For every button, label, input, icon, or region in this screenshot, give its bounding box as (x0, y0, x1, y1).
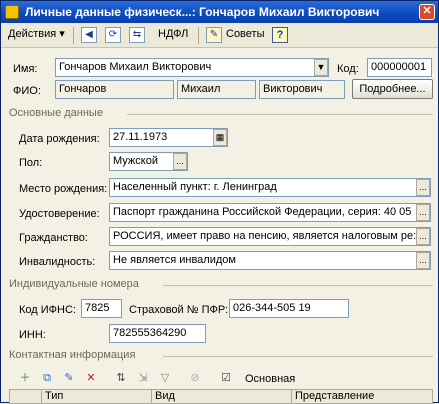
advice-button[interactable]: Советы (223, 26, 267, 45)
pfr-label: Страховой № ПФР: (129, 304, 229, 316)
arrow-left-icon[interactable]: ◀ (81, 27, 97, 43)
inn-field[interactable]: 782555364290 (109, 324, 206, 343)
window-title: Личные данные физическ...: Гончаров Миха… (25, 5, 380, 19)
disability-label: Инвалидность: (19, 256, 96, 268)
birth-date-label: Дата рождения: (19, 133, 100, 145)
birthplace-field[interactable]: Населенный пункт: г. Ленинград (109, 178, 431, 197)
gender-label: Пол: (19, 157, 43, 169)
contact-section-title: Контактная информация (9, 349, 136, 361)
column-type[interactable]: Тип (42, 390, 152, 404)
close-button[interactable]: ✕ (419, 4, 435, 20)
clear-filter-icon[interactable]: ⊘ (187, 371, 203, 386)
select-dots-icon[interactable]: ... (416, 179, 430, 196)
advice-icon[interactable]: ✎ (206, 27, 222, 43)
app-icon (5, 5, 19, 19)
chevron-down-icon[interactable]: ▼ (314, 59, 328, 76)
citizenship-label: Гражданство: (19, 232, 88, 244)
help-icon[interactable]: ? (272, 27, 288, 43)
id-doc-label: Удостоверение: (19, 208, 100, 220)
name-label: Имя: (13, 63, 38, 75)
move-icon[interactable]: ⇲ (135, 371, 151, 386)
sort-icon[interactable]: ⇅ (113, 371, 129, 386)
toolbar: Действия ▾ ◀ ⟳ ⇆ НДФЛ ✎ Советы ? (1, 23, 438, 48)
filter-icon[interactable]: ▽ (157, 371, 173, 386)
main-contact-label[interactable]: Основная (245, 372, 295, 386)
details-button[interactable]: Подробнее... (352, 79, 433, 99)
add-row-icon[interactable]: ＋ (17, 371, 33, 386)
fio-label: ФИО: (13, 85, 41, 97)
first-name-field[interactable]: Михаил (177, 80, 256, 99)
pfr-field[interactable]: 026-344-505 19 (229, 299, 349, 318)
ifns-label: Код ИФНС: (19, 304, 76, 316)
actions-menu-button[interactable]: Действия ▾ (5, 26, 68, 45)
birthplace-label: Место рождения: (19, 183, 108, 195)
set-main-icon[interactable]: ☑ (218, 371, 234, 386)
select-dots-icon[interactable]: ... (416, 228, 430, 245)
birth-date-field[interactable]: 27.11.1973 (109, 128, 228, 147)
name-field[interactable]: Гончаров Михаил Викторович (55, 58, 329, 77)
ids-section-title: Индивидуальные номера (9, 278, 139, 290)
table-row-marker (10, 390, 42, 404)
code-field[interactable]: 000000001 (367, 58, 432, 77)
section-divider (163, 285, 433, 286)
last-name-field[interactable]: Гончаров (55, 80, 174, 99)
toolbar-separator (73, 27, 74, 44)
column-kind[interactable]: Вид (152, 390, 292, 404)
toolbar-separator (198, 27, 199, 44)
copy-row-icon[interactable]: ⧉ (39, 371, 55, 386)
id-doc-field[interactable]: Паспорт гражданина Российской Федерации,… (109, 203, 431, 222)
title-bar[interactable]: Личные данные физическ...: Гончаров Миха… (1, 1, 438, 23)
ndfl-button[interactable]: НДФЛ (155, 26, 191, 45)
app-window: Личные данные физическ...: Гончаров Миха… (0, 0, 439, 404)
inn-label: ИНН: (19, 329, 46, 341)
select-dots-icon[interactable]: ... (416, 252, 430, 269)
citizenship-field[interactable]: РОССИЯ, имеет право на пенсию, является … (109, 227, 431, 246)
select-dots-icon[interactable]: ... (416, 204, 430, 221)
code-label: Код: (337, 63, 359, 75)
delete-row-icon[interactable]: ✕ (83, 371, 99, 386)
middle-name-field[interactable]: Викторович (259, 80, 345, 99)
section-divider (127, 114, 433, 115)
ifns-field[interactable]: 7825 (81, 299, 122, 318)
disability-field[interactable]: Не является инвалидом (109, 251, 431, 270)
edit-row-icon[interactable]: ✎ (61, 371, 77, 386)
swap-icon[interactable]: ⇆ (129, 27, 145, 43)
calendar-icon[interactable]: ▦ (213, 129, 227, 146)
contacts-table-header: Тип Вид Представление (9, 389, 433, 404)
select-dots-icon[interactable]: ... (173, 153, 187, 170)
section-divider (163, 356, 433, 357)
column-presentation[interactable]: Представление (292, 390, 432, 404)
refresh-icon[interactable]: ⟳ (105, 27, 121, 43)
main-section-title: Основные данные (9, 107, 103, 119)
